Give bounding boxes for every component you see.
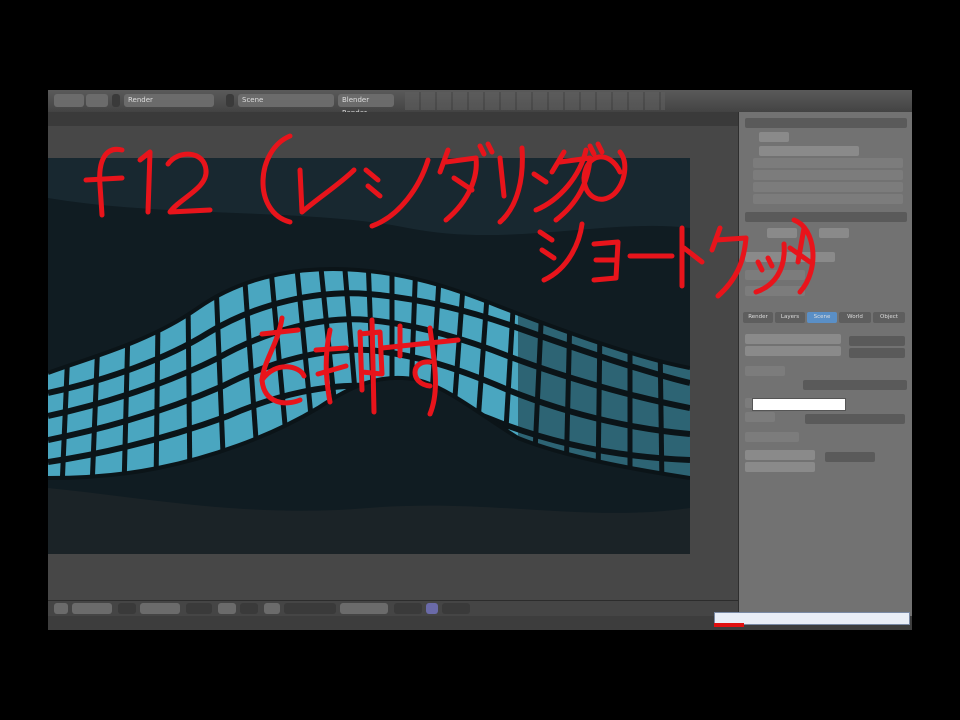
panel-header[interactable] [745, 286, 805, 296]
screen-layout-icon[interactable] [112, 94, 120, 107]
menu-render[interactable] [86, 94, 108, 107]
blend-sky-checkbox[interactable] [849, 336, 905, 346]
tab-render[interactable]: Render [743, 312, 773, 323]
samples-field[interactable] [745, 450, 815, 460]
panel-header[interactable] [745, 270, 805, 280]
rendered-image [48, 158, 690, 554]
tab-object[interactable]: Object [873, 312, 905, 323]
pass-select[interactable] [284, 603, 336, 614]
indirect-lighting-header[interactable] [745, 432, 799, 442]
slot-select[interactable] [186, 603, 212, 614]
layer-select[interactable] [264, 603, 280, 614]
pixel-cache-checkbox[interactable] [825, 452, 875, 462]
frame-button[interactable] [240, 603, 258, 614]
menu-file[interactable] [54, 94, 84, 107]
world-name-field[interactable] [767, 228, 797, 238]
render-result-graphic [48, 158, 690, 554]
outliner-row[interactable] [753, 194, 903, 204]
alpha-toggle[interactable] [442, 603, 470, 614]
render-panel-tabs: Render Layers Scene World Object [743, 312, 907, 323]
render-layers-field[interactable] [759, 146, 859, 156]
outliner-row[interactable] [753, 182, 903, 192]
view-menu[interactable] [72, 603, 112, 614]
image-editor-viewport [48, 126, 738, 600]
scene-field[interactable] [759, 132, 789, 142]
screen-layout-select[interactable]: Render [124, 94, 214, 107]
world-color-swatch[interactable] [752, 398, 846, 411]
composite-select[interactable] [340, 603, 388, 614]
properties-editor: Render Layers Scene World Object [738, 112, 912, 616]
energy-slider[interactable] [805, 414, 905, 424]
image-editor-footer [48, 600, 738, 617]
world-datablock[interactable] [745, 252, 835, 262]
outliner-row[interactable] [753, 158, 903, 168]
pin-button[interactable] [218, 603, 236, 614]
channels-toggle[interactable] [394, 603, 422, 614]
zenith-color-field[interactable] [745, 346, 841, 356]
tab-scene[interactable]: Scene [807, 312, 837, 323]
render-engine-select[interactable]: Blender Render [338, 94, 394, 117]
scene-icon[interactable] [226, 94, 234, 107]
properties-header [745, 118, 907, 128]
energy-label [745, 412, 775, 422]
paper-sky-checkbox[interactable] [849, 348, 905, 358]
properties-context-tabs[interactable] [745, 212, 907, 222]
editor-type-icon[interactable] [54, 603, 68, 614]
outliner-row[interactable] [753, 170, 903, 180]
blender-window: Render Scene Blender Render Layers Scene… [48, 90, 912, 630]
horizon-color-field[interactable] [745, 334, 841, 344]
gather-method-select[interactable] [803, 380, 907, 390]
image-menu[interactable] [118, 603, 136, 614]
ambient-occlusion-header[interactable] [745, 366, 785, 376]
world-fake-user[interactable] [819, 228, 849, 238]
top-header-bar: Render Scene Blender Render [48, 90, 912, 117]
tab-layers[interactable]: Layers [775, 312, 805, 323]
info-strip [405, 92, 665, 110]
render-result-select[interactable] [140, 603, 180, 614]
notification-highlight [714, 623, 744, 627]
tab-world[interactable]: World [839, 312, 871, 323]
bounces-field[interactable] [745, 462, 815, 472]
display-channel-icon[interactable] [426, 603, 438, 614]
image-editor-title [48, 112, 738, 126]
scene-select[interactable]: Scene [238, 94, 334, 107]
